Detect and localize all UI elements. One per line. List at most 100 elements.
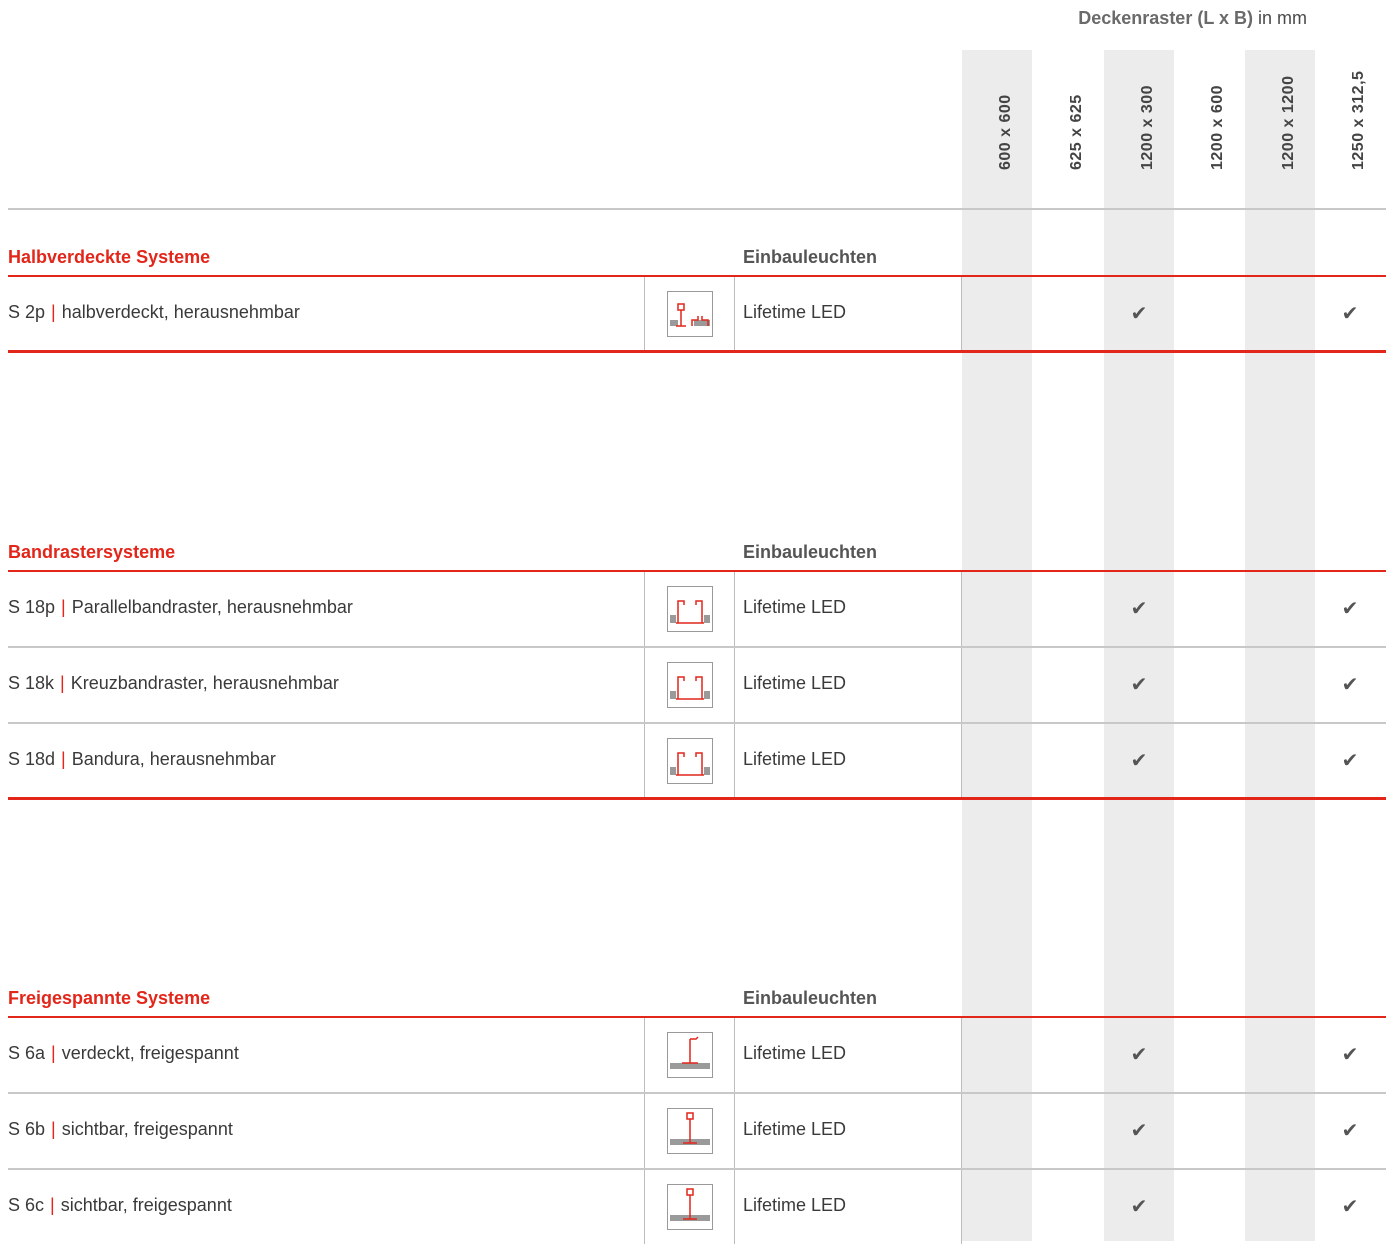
table-row: S 2p | halbverdeckt, herausnehmbar Lifetim… — [0, 277, 1390, 351]
separator: | — [61, 749, 66, 769]
column-separator — [734, 1094, 735, 1168]
separator: | — [60, 673, 65, 693]
table-row: S 6a | verdeckt, freigespannt Lifetime LED… — [0, 1018, 1390, 1092]
check-mark-icon: ✔ — [1130, 1120, 1148, 1142]
column-separator — [644, 724, 645, 798]
system-label: S 2p | halbverdeckt, herausnehmbar — [8, 302, 300, 323]
ceiling-profile-icon — [667, 1032, 713, 1078]
column-separator — [644, 277, 645, 351]
ceiling-profile-icon — [667, 291, 713, 337]
table-row: S 18k | Kreuzbandraster, herausnehmbar Lif… — [0, 648, 1390, 722]
ceiling-grid-title: Deckenraster (L x B) in mm — [1078, 8, 1307, 28]
section-subtitle: Einbauleuchten — [743, 542, 878, 562]
luminaire-type: Lifetime LED — [743, 597, 847, 617]
luminaire-type: Lifetime LED — [743, 302, 847, 322]
check-mark-icon: ✔ — [1341, 1196, 1359, 1218]
column-separator — [644, 1094, 645, 1168]
system-description: verdeckt, freigespannt — [61, 1043, 239, 1063]
separator: | — [50, 1195, 55, 1215]
system-description: Kreuzbandraster, herausnehmbar — [70, 673, 339, 693]
check-mark-icon: ✔ — [1341, 598, 1359, 620]
column-header: 1200 x 600 — [1209, 84, 1226, 170]
check-mark-icon: ✔ — [1130, 750, 1148, 772]
check-mark-icon: ✔ — [1341, 674, 1359, 696]
check-mark-icon: ✔ — [1341, 303, 1359, 325]
column-separator — [961, 648, 962, 722]
luminaire-type: Lifetime LED — [743, 1195, 847, 1215]
separator: | — [51, 302, 56, 322]
column-separator — [644, 572, 645, 646]
table-row: S 6c | sichtbar, freigespannt Lifetime LED… — [0, 1170, 1390, 1244]
system-code: S 2p — [8, 302, 46, 322]
separator: | — [61, 597, 66, 617]
column-separator — [961, 724, 962, 798]
check-mark-icon: ✔ — [1341, 1044, 1359, 1066]
separator: | — [51, 1119, 56, 1139]
separator: | — [51, 1043, 56, 1063]
system-label: S 6a | verdeckt, freigespannt — [8, 1043, 239, 1064]
column-header: 1200 x 300 — [1139, 84, 1156, 170]
system-code: S 18k — [8, 673, 55, 693]
check-mark-icon: ✔ — [1130, 598, 1148, 620]
section-title: Bandrastersysteme — [8, 542, 176, 562]
column-separator — [961, 1170, 962, 1244]
column-separator — [644, 1170, 645, 1244]
section-end-line — [8, 350, 1386, 353]
column-separator — [961, 1094, 962, 1168]
table-row: S 18d | Bandura, herausnehmbar Lifetime LE… — [0, 724, 1390, 798]
column-separator — [961, 1018, 962, 1092]
column-separator — [961, 277, 962, 351]
system-code: S 18p — [8, 597, 56, 617]
table-row: S 18p | Parallelbandraster, herausnehmbar … — [0, 572, 1390, 646]
luminaire-type: Lifetime LED — [743, 1043, 847, 1063]
ceiling-profile-icon — [667, 1108, 713, 1154]
check-mark-icon: ✔ — [1130, 674, 1148, 696]
check-mark-icon: ✔ — [1341, 750, 1359, 772]
column-separator — [734, 1018, 735, 1092]
ceiling-profile-icon — [667, 586, 713, 632]
check-mark-icon: ✔ — [1130, 1196, 1148, 1218]
column-header: 600 x 600 — [997, 94, 1014, 170]
system-description: Bandura, herausnehmbar — [71, 749, 276, 769]
column-separator — [644, 648, 645, 722]
ceiling-profile-icon — [667, 1184, 713, 1230]
table-row: S 6b | sichtbar, freigespannt Lifetime LED… — [0, 1094, 1390, 1168]
system-label: S 6b | sichtbar, freigespannt — [8, 1119, 233, 1140]
system-label: S 6c | sichtbar, freigespannt — [8, 1195, 232, 1216]
section-title: Halbverdeckte Systeme — [8, 247, 211, 267]
ceiling-profile-icon — [667, 662, 713, 708]
check-mark-icon: ✔ — [1130, 1044, 1148, 1066]
system-code: S 6c — [8, 1195, 45, 1215]
section-subtitle: Einbauleuchten — [743, 988, 878, 1008]
column-separator — [734, 572, 735, 646]
luminaire-type: Lifetime LED — [743, 1119, 847, 1139]
column-header: 1200 x 1200 — [1280, 75, 1297, 170]
column-header: 625 x 625 — [1068, 94, 1085, 170]
system-description: Parallelbandraster, herausnehmbar — [71, 597, 353, 617]
section-subtitle: Einbauleuchten — [743, 247, 878, 267]
section-end-line — [8, 797, 1386, 800]
system-label: S 18k | Kreuzbandraster, herausnehmbar — [8, 673, 339, 694]
system-code: S 18d — [8, 749, 56, 769]
system-label: S 18p | Parallelbandraster, herausnehmbar — [8, 597, 353, 618]
check-mark-icon: ✔ — [1130, 303, 1148, 325]
system-description: sichtbar, freigespannt — [61, 1119, 233, 1139]
check-mark-icon: ✔ — [1341, 1120, 1359, 1142]
system-description: halbverdeckt, herausnehmbar — [61, 302, 300, 322]
ceiling-profile-icon — [667, 738, 713, 784]
column-separator — [734, 724, 735, 798]
header-divider — [8, 208, 1386, 210]
section-title: Freigespannte Systeme — [8, 988, 211, 1008]
luminaire-type: Lifetime LED — [743, 749, 847, 769]
column-header: 1250 x 312,5 — [1350, 70, 1367, 170]
luminaire-type: Lifetime LED — [743, 673, 847, 693]
column-separator — [734, 277, 735, 351]
column-separator — [734, 1170, 735, 1244]
system-code: S 6a — [8, 1043, 46, 1063]
column-separator — [961, 572, 962, 646]
system-code: S 6b — [8, 1119, 46, 1139]
system-label: S 18d | Bandura, herausnehmbar — [8, 749, 276, 770]
column-separator — [734, 648, 735, 722]
column-separator — [644, 1018, 645, 1092]
system-description: sichtbar, freigespannt — [60, 1195, 232, 1215]
